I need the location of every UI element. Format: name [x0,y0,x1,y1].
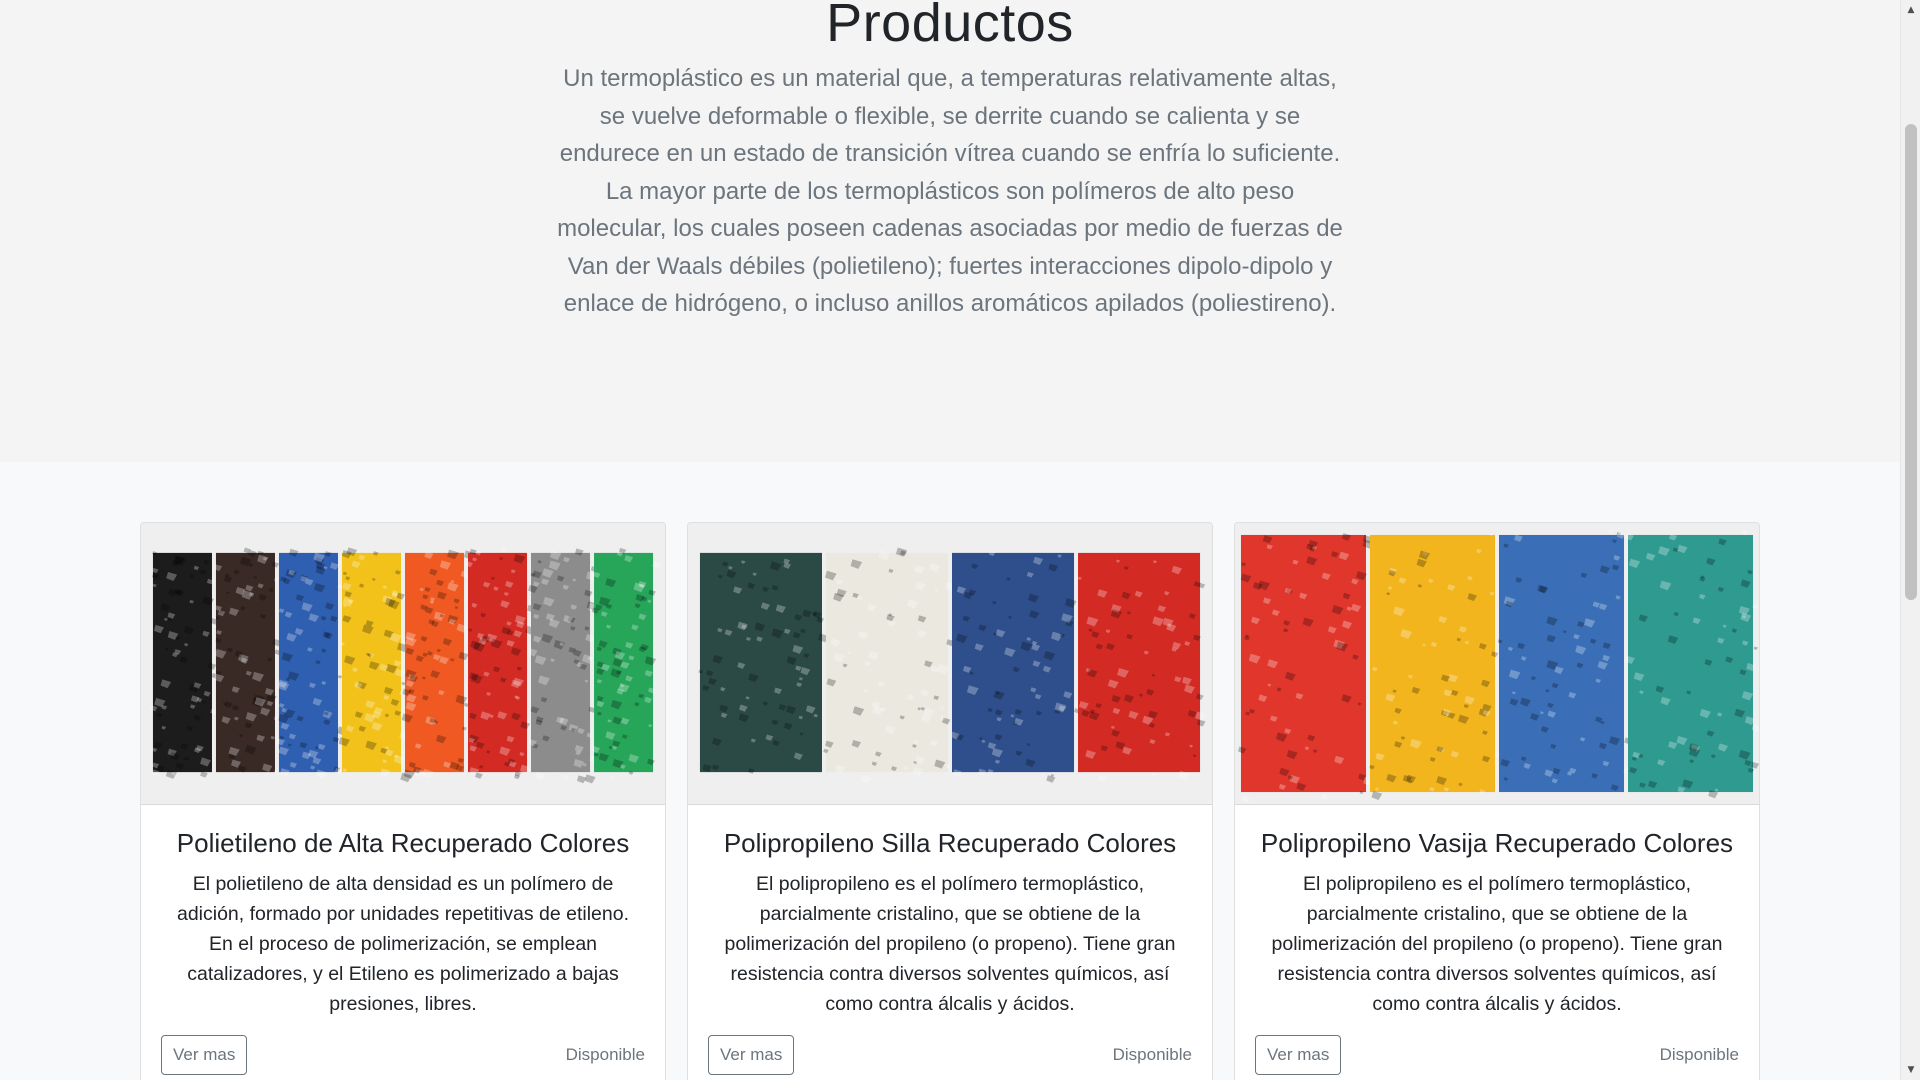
flake-stripe [1078,552,1201,773]
page-title: Productos [826,0,1074,53]
product-image [688,523,1212,805]
product-photo [141,523,665,804]
card-body: Polipropileno Vasija Recuperado Colores … [1235,805,1759,1039]
product-title: Polietileno de Alta Recuperado Colores [176,828,630,858]
hero-section: Productos Un termoplástico es un materia… [0,0,1900,462]
scroll-up-icon[interactable]: ▲ [1901,2,1920,18]
flake-stripe [1369,534,1496,793]
product-photo [688,523,1212,804]
availability-status: Disponible [1112,1045,1192,1064]
product-card: Polipropileno Silla Recuperado Colores E… [687,522,1213,1080]
card-footer: Ver mas Disponible [1255,1035,1739,1075]
flake-stripe [152,552,212,773]
availability-status: Disponible [1659,1045,1739,1064]
product-description: El polietileno de alta densidad es un po… [176,873,630,1015]
vertical-scrollbar[interactable]: ▲ ▼ [1900,0,1920,1080]
ver-mas-button[interactable]: Ver mas [708,1035,795,1075]
ver-mas-button[interactable]: Ver mas [161,1035,248,1075]
scrollbar-thumb[interactable] [1905,124,1917,600]
product-photo [1235,523,1759,804]
scroll-down-icon[interactable]: ▼ [1901,1062,1920,1078]
flake-stripe [951,552,1075,773]
product-description: El polipropileno es el polímero termoplá… [724,873,1176,1015]
product-description: El polipropileno es el polímero termoplá… [1271,873,1723,1015]
product-title: Polipropileno Silla Recuperado Colores [723,828,1177,858]
product-title: Polipropileno Vasija Recuperado Colores [1260,828,1734,858]
card-body: Polipropileno Silla Recuperado Colores E… [688,805,1212,1039]
flake-stripe [278,552,338,773]
card-footer: Ver mas Disponible [161,1035,645,1075]
product-image [1235,523,1759,805]
flake-stripe [1240,534,1366,793]
ver-mas-button[interactable]: Ver mas [1255,1035,1342,1075]
product-card: Polipropileno Vasija Recuperado Colores … [1234,522,1760,1080]
card-footer: Ver mas Disponible [708,1035,1192,1075]
page-description: Un termoplástico es un material que, a t… [557,65,1343,317]
product-card: Polietileno de Alta Recuperado Colores E… [140,522,666,1080]
availability-status: Disponible [565,1045,645,1064]
product-image [141,523,665,805]
card-body: Polietileno de Alta Recuperado Colores E… [141,805,665,1039]
